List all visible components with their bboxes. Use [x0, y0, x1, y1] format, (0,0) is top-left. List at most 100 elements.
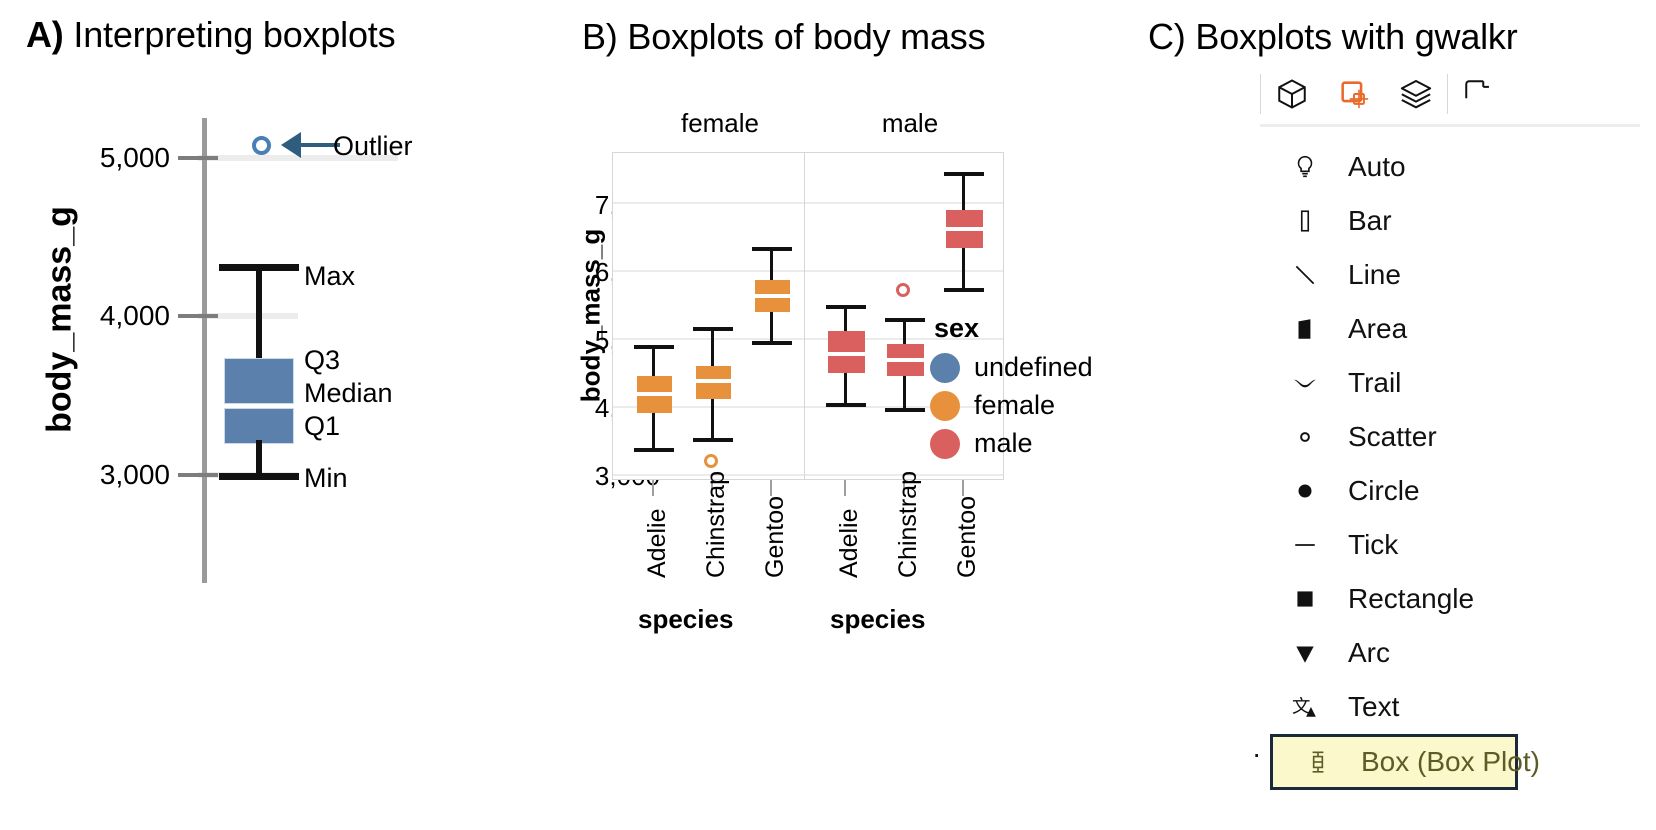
menu-item-label-text: Text [1348, 691, 1400, 722]
menu-item-area[interactable]: Area [1260, 302, 1652, 356]
tick-icon [1290, 530, 1320, 560]
xlabel-female-gentoo: Gentoo [761, 495, 789, 578]
menu-item-auto[interactable]: Auto [1260, 140, 1652, 194]
menu-item-label-rectangle: Rectangle [1348, 583, 1475, 614]
whisker-lower-male-chinstrap [903, 376, 906, 410]
facet-label-female: female [680, 108, 760, 138]
outlier-arrow-head [281, 132, 301, 158]
menu-item-label-trail: Trail [1348, 367, 1402, 398]
box-lower-female-adelie [637, 396, 672, 413]
menu-item-scatter[interactable]: Scatter [1260, 410, 1652, 464]
tick-label-3000: 3,000 [99, 459, 170, 490]
circle-icon [1290, 476, 1320, 506]
cap-min-female-adelie [634, 448, 674, 452]
menu-item-box-box-plot[interactable]: Box (Box Plot) [1270, 734, 1540, 790]
menu-item-label-tick: Tick [1348, 529, 1399, 560]
xtick-male-adelie [844, 480, 846, 496]
legend-dot-female [930, 390, 960, 421]
box-upper-male-chinstrap [887, 344, 924, 358]
layers-icon[interactable] [1385, 68, 1447, 120]
square-pointer-icon[interactable] [1323, 68, 1385, 120]
whisker-lower-female-adelie [652, 413, 655, 450]
whisker-lower-male-gentoo [962, 248, 965, 290]
scatter-icon [1290, 422, 1320, 452]
legend-label-male: male [974, 428, 1033, 458]
tick-label-4000: 4,000 [99, 300, 170, 331]
panel-a-title-lead: A) [26, 14, 64, 55]
xlabel-male-chinstrap: Chinstrap [894, 471, 922, 578]
panel-a-interpreting-boxplots: A) Interpreting boxplots body_mass_g 5,0… [0, 0, 560, 830]
whisker-upper-female-chinstrap [711, 327, 714, 366]
annotation-q1: Q1 [304, 411, 341, 441]
xtick-female-adelie [652, 480, 654, 496]
tick-mark-3000 [178, 473, 218, 477]
rectangle-icon [1290, 584, 1320, 614]
menu-item-bar[interactable]: Bar [1260, 194, 1652, 248]
legend-entry-male[interactable]: male [930, 428, 1033, 459]
xlabel-female-adelie: Adelie [643, 508, 671, 579]
box-lower-male-chinstrap [887, 362, 924, 376]
cap-min-female-gentoo [752, 341, 792, 345]
annotation-outlier: Outlier [333, 131, 413, 161]
menu-item-rectangle[interactable]: Rectangle [1260, 572, 1652, 626]
boxplot-icon [1303, 747, 1333, 777]
outlier-point [252, 136, 271, 155]
legend-label-undefined: undefined [974, 352, 1093, 382]
menu-item-label-circle: Circle [1348, 475, 1420, 506]
whisker-lower-male-adelie [844, 373, 847, 405]
annotation-min: Min [304, 463, 348, 493]
legend-dot-male [930, 428, 960, 459]
menu-item-trail[interactable]: Trail [1260, 356, 1652, 410]
panel-c-title: C) Boxplots with gwalkr [1148, 16, 1518, 58]
cap-min-female-chinstrap [693, 438, 733, 442]
whisker-lower-female-gentoo [770, 312, 773, 343]
facet-label-male: male [881, 108, 939, 138]
tick-mark-5000 [178, 156, 218, 160]
annotation-max: Max [304, 261, 356, 291]
box-upper-female-adelie [637, 376, 672, 392]
b-grid-6000-female [613, 270, 811, 272]
panel-c-title-lead: C) [1148, 16, 1186, 57]
mark-type-menu: Auto Bar Line Area Trail Scatter Circle … [1260, 140, 1652, 790]
legend-label-female: female [974, 390, 1056, 420]
panel-c-title-rest: Boxplots with gwalkr [1185, 16, 1518, 57]
whisker-upper-male-chinstrap [903, 318, 906, 344]
box-upper-male-adelie [828, 331, 865, 352]
menu-item-label-auto: Auto [1348, 151, 1406, 182]
box-q3-median [224, 358, 294, 404]
menu-item-label-area: Area [1348, 313, 1408, 344]
box-upper-male-gentoo [946, 210, 983, 227]
panel-a-title: A) Interpreting boxplots [26, 14, 396, 56]
whisker-upper-female-adelie [652, 345, 655, 376]
whisker-upper-female-gentoo [770, 247, 773, 280]
gwalkr-toolbar [1260, 66, 1652, 122]
menu-item-label-line: Line [1348, 259, 1401, 290]
lightbulb-icon [1290, 152, 1320, 182]
b-xtitle-male: species [830, 604, 926, 634]
menu-item-text[interactable]: 文 Text [1260, 680, 1652, 734]
whisker-upper-male-adelie [844, 305, 847, 331]
line-icon [1290, 260, 1320, 290]
trail-icon [1290, 368, 1320, 398]
menu-item-line[interactable]: Line [1260, 248, 1652, 302]
menu-item-tick[interactable]: Tick [1260, 518, 1652, 572]
legend-dot-undefined [930, 352, 960, 383]
whisker-lower-female-chinstrap [711, 399, 714, 440]
menu-item-arc[interactable]: Arc [1260, 626, 1652, 680]
legend-entry-undefined[interactable]: undefined [930, 352, 1093, 383]
menu-item-circle[interactable]: Circle [1260, 464, 1652, 518]
menu-item-label-arc: Arc [1348, 637, 1390, 668]
box-upper-female-gentoo [755, 280, 790, 294]
legend-entry-female[interactable]: female [930, 390, 1055, 421]
whisker-upper-male-gentoo [962, 172, 965, 210]
duplicate-icon[interactable] [1448, 68, 1510, 120]
xlabel-male-adelie: Adelie [835, 508, 863, 579]
box-lower-female-gentoo [755, 298, 790, 312]
cube-icon[interactable] [1261, 68, 1323, 120]
annotation-median: Median [304, 378, 393, 408]
outlier-female-chinstrap [704, 454, 718, 468]
b-grid-7000-male [805, 202, 1003, 204]
panel-a-title-rest: Interpreting boxplots [63, 14, 396, 55]
box-lower-male-gentoo [946, 231, 983, 248]
panel-b-title-rest: Boxplots of body mass [617, 16, 986, 57]
